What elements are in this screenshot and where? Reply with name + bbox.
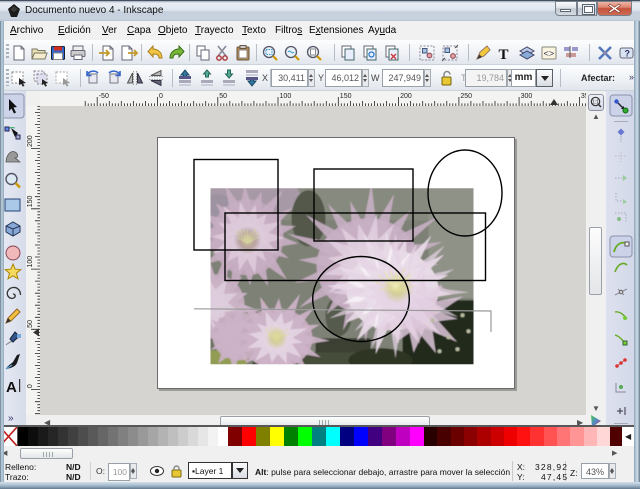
svg-text:350: 350	[581, 93, 586, 100]
svg-text:?: ?	[625, 49, 631, 59]
svg-text:100: 100	[27, 256, 34, 268]
svg-text:100: 100	[280, 93, 292, 100]
svg-text:250: 250	[460, 93, 472, 100]
svg-text:<>: <>	[544, 50, 555, 60]
svg-text:300: 300	[521, 93, 533, 100]
svg-text:50: 50	[219, 93, 227, 100]
svg-text:-50: -50	[99, 93, 109, 100]
svg-text:T: T	[499, 47, 509, 63]
svg-text:50: 50	[27, 320, 34, 328]
svg-text:0: 0	[159, 93, 163, 100]
svg-text:200: 200	[27, 135, 34, 147]
svg-text:1:1: 1:1	[592, 100, 599, 106]
svg-text:0: 0	[27, 384, 34, 388]
svg-text:A: A	[6, 379, 17, 396]
svg-text:150: 150	[340, 93, 352, 100]
svg-text:150: 150	[27, 196, 34, 208]
svg-text:»: »	[8, 413, 14, 424]
svg-text:200: 200	[400, 93, 412, 100]
